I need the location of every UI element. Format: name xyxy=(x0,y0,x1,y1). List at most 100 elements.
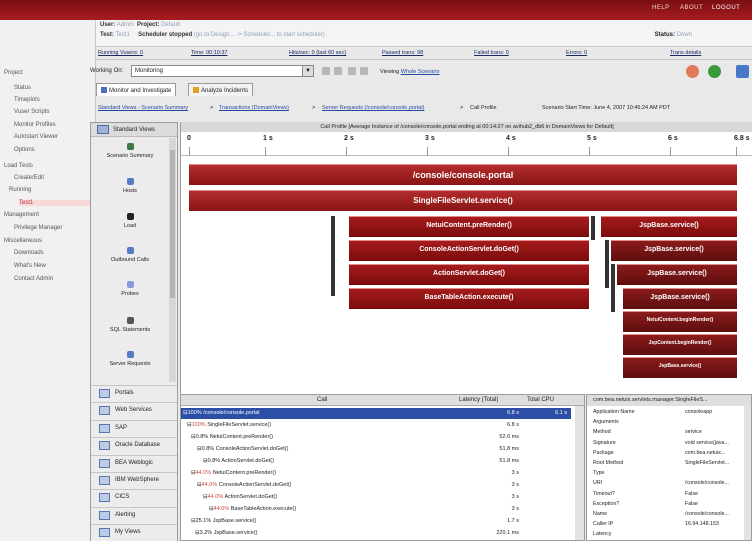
stat-errors[interactable]: Errors: 0 xyxy=(566,50,587,56)
trans-details-link[interactable]: Trans details xyxy=(670,50,701,56)
flame-thin-bar[interactable] xyxy=(331,216,335,296)
col-cpu[interactable]: Total CPU xyxy=(527,397,554,403)
toolbar-icon-3[interactable] xyxy=(348,67,356,75)
table-row[interactable]: ⊟100% /console/console.portal 6.8 s 6.1 s xyxy=(181,408,571,419)
toolbar-icon-2[interactable] xyxy=(334,67,342,75)
views-scrollbar[interactable] xyxy=(169,138,176,382)
logout-link[interactable]: LOGOUT xyxy=(712,5,740,11)
view-list-bea-weblogic[interactable]: BEA Weblogic xyxy=(91,454,177,472)
flame-bar[interactable]: JspBase.service() xyxy=(611,240,737,261)
nav-item-status[interactable]: Status xyxy=(14,85,31,91)
view-list-my-views[interactable]: My Views xyxy=(91,524,177,541)
flame-bar[interactable]: JspBase.service() xyxy=(623,357,737,378)
table-row[interactable]: ⊟25.1% JspBase.service() 1.7 s xyxy=(181,516,571,527)
stats-row: Running Vusers: 0 Time: 00:10:37 Hits/se… xyxy=(96,46,752,60)
settings-icon[interactable] xyxy=(736,65,749,78)
view-server-requests[interactable]: Server Requests xyxy=(91,351,169,367)
warning-icon xyxy=(193,87,199,93)
nav-item-miscellaneous[interactable]: Miscellaneous xyxy=(4,238,42,244)
properties-scrollbar[interactable] xyxy=(744,406,751,540)
probes-icon xyxy=(126,281,134,288)
view-load[interactable]: Load xyxy=(91,213,169,229)
table-row[interactable]: ⊟44.0% ActionServlet.doGet() 3 s xyxy=(181,492,571,503)
nav-item-options[interactable]: Options xyxy=(14,147,35,153)
help-link[interactable]: HELP xyxy=(652,5,670,11)
flame-thin-bar[interactable] xyxy=(605,240,609,288)
nav-item-privilege-manager[interactable]: Privilege Manager xyxy=(14,225,62,231)
nav-item-timeplots[interactable]: Timeplots xyxy=(14,97,40,103)
table-row[interactable]: ⊟0.8% ConsoleActionServlet.doGet() 51.8 m… xyxy=(181,444,571,455)
nav-item-project[interactable]: Project xyxy=(4,70,23,76)
col-latency[interactable]: Latency (Total) xyxy=(459,397,498,403)
flame-bar[interactable]: /console/console.portal xyxy=(189,164,737,185)
stat-passed[interactable]: Passed trans: 98 xyxy=(382,50,423,56)
view-scenario-summary[interactable]: Scenario Summary xyxy=(91,143,169,159)
toolbar-icon-1[interactable] xyxy=(322,67,330,75)
flame-bar[interactable]: BaseTableAction.execute() xyxy=(349,288,589,309)
stat-time[interactable]: Time: 00:10:37 xyxy=(191,50,227,56)
view-list-icon xyxy=(99,528,110,538)
table-row[interactable]: ⊟100% SingleFileServlet.service() 6.8 s xyxy=(181,420,571,431)
nav-item-management[interactable]: Management xyxy=(4,212,39,218)
crumb-server-requests[interactable]: Server Requests (/console/console.portal… xyxy=(322,105,424,111)
flame-thin-bar[interactable] xyxy=(611,264,615,312)
flame-bar[interactable]: ConsoleActionServlet.doGet() xyxy=(349,240,589,261)
view-list-web-services[interactable]: Web Services xyxy=(91,402,177,420)
stat-hits[interactable]: Hits/sec: 0 (last 60 sec) xyxy=(289,50,346,56)
flame-bar[interactable]: JspBase.service() xyxy=(601,216,737,237)
sql-statements-icon xyxy=(126,317,134,324)
property-row: Type xyxy=(593,470,605,477)
table-row[interactable]: ⊟0.8% ActionServlet.doGet() 51.8 ms xyxy=(181,456,571,467)
flame-bar[interactable]: ActionServlet.doGet() xyxy=(349,264,589,285)
nav-item-create-edit[interactable]: Create/Edit xyxy=(14,175,44,181)
table-row[interactable]: ⊟3.2% JspBase.service() 220.1 ms xyxy=(181,528,571,539)
col-call[interactable]: Call xyxy=(317,397,327,403)
viewing-scope-link[interactable]: Whole Scenario xyxy=(401,69,440,75)
nav-item-monitor-profiles[interactable]: Monitor Profiles xyxy=(14,122,56,128)
alert-icon[interactable] xyxy=(686,65,699,78)
nav-item-what-s-new[interactable]: What's New xyxy=(14,263,46,269)
table-row[interactable]: ⊟0.8% NetuiContent.preRender() 52.6 ms xyxy=(181,432,571,443)
view-sql-statements[interactable]: SQL Statements xyxy=(91,317,169,333)
flame-bar[interactable]: JspContent.beginRender() xyxy=(623,334,737,355)
table-row[interactable]: ⊟44.0% BaseTableAction.execute() 3 s xyxy=(181,504,571,515)
nav-item-running[interactable]: Running xyxy=(9,187,31,193)
working-on-select[interactable]: Monitoring ▼ xyxy=(131,65,314,77)
flame-bar[interactable]: SingleFileServlet.service() xyxy=(189,190,737,211)
view-list-oracle-database[interactable]: Oracle Database xyxy=(91,437,177,455)
flame-bar[interactable]: JspBase.service() xyxy=(623,288,737,309)
call-table-scrollbar[interactable] xyxy=(575,406,584,540)
tab-analyze-incidents[interactable]: Analyze Incidents xyxy=(188,83,254,96)
nav-item-load-tests[interactable]: Load Tests xyxy=(4,163,33,169)
flame-thin-bar[interactable] xyxy=(591,216,595,240)
crumb-transactions[interactable]: Transactions (DomainViews) xyxy=(219,105,289,111)
view-list-cics[interactable]: CICS xyxy=(91,489,177,507)
table-row[interactable]: ⊟44.0% NetuiContent.preRender() 3 s xyxy=(181,468,571,479)
standard-views-header[interactable]: Standard Views xyxy=(91,123,177,137)
help-icon[interactable] xyxy=(708,65,721,78)
chevron-down-icon[interactable]: ▼ xyxy=(302,66,313,76)
toolbar-icon-4[interactable] xyxy=(360,67,368,75)
view-list-portals[interactable]: Portals xyxy=(91,385,177,402)
view-list-ibm-websphere[interactable]: IBM WebSphere xyxy=(91,472,177,489)
table-row[interactable]: ⊟44.0% ConsoleActionServlet.doGet() 3 s xyxy=(181,480,571,491)
nav-item-autostart-viewer[interactable]: Autostart Viewer xyxy=(14,134,58,140)
nav-item-contact-admin[interactable]: Contact Admin xyxy=(14,276,53,282)
stat-failed[interactable]: Failed trans: 0 xyxy=(474,50,509,56)
crumb-scenario-summary[interactable]: Standard Views - Scenario Summary xyxy=(98,105,188,111)
view-list-alerting[interactable]: Alerting xyxy=(91,506,177,524)
stat-running-vusers[interactable]: Running Vusers: 0 xyxy=(98,50,143,56)
view-list-icon xyxy=(99,441,110,451)
flame-bar[interactable]: NetuiContent.beginRender() xyxy=(623,311,737,332)
flame-bar[interactable]: JspBase.service() xyxy=(617,264,737,285)
view-outbound-calls[interactable]: Outbound Calls xyxy=(91,247,169,263)
about-link[interactable]: ABOUT xyxy=(680,5,703,11)
tab-monitor-investigate[interactable]: Monitor and Investigate xyxy=(96,83,177,96)
nav-item-vuser-scripts[interactable]: Vuser Scripts xyxy=(14,109,49,115)
flame-bar[interactable]: NetuiContent.preRender() xyxy=(349,216,589,237)
view-probes[interactable]: Probes xyxy=(91,281,169,297)
nav-item-downloads[interactable]: Downloads xyxy=(14,250,44,256)
property-row: Latency xyxy=(593,531,612,538)
view-list-sap[interactable]: SAP xyxy=(91,419,177,437)
view-hosts[interactable]: Hosts xyxy=(91,178,169,194)
